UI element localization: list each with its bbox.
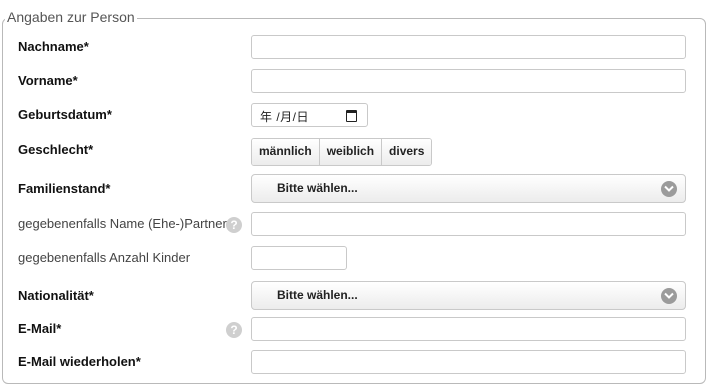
email-repeat-input[interactable] [251, 350, 686, 374]
email-input[interactable] [251, 317, 686, 341]
row-nachname: Nachname* [0, 35, 712, 61]
geschlecht-option-maennlich[interactable]: männlich [252, 139, 320, 165]
row-nationalitaet: Nationalität* Bitte wählen... [0, 281, 712, 310]
kinder-label: gegebenenfalls Anzahl Kinder [18, 250, 191, 265]
nachname-input[interactable] [251, 35, 686, 59]
geburtsdatum-label: Geburtsdatum* [18, 107, 112, 122]
familienstand-selected: Bitte wählen... [277, 181, 358, 195]
row-vorname: Vorname* [0, 69, 712, 95]
vorname-input[interactable] [251, 69, 686, 93]
email-label: E-Mail* [18, 321, 62, 336]
partner-label: gegebenenfalls Name (Ehe-)Partner [18, 216, 227, 231]
row-partner: gegebenenfalls Name (Ehe-)Partner ? [0, 212, 712, 238]
row-familienstand: Familienstand* Bitte wählen... [0, 174, 712, 203]
calendar-icon[interactable] [346, 110, 357, 122]
nachname-label: Nachname* [18, 39, 89, 54]
vorname-label: Vorname* [18, 73, 78, 88]
geschlecht-option-weiblich[interactable]: weiblich [319, 139, 383, 165]
row-geburtsdatum: Geburtsdatum* 年 /月/日 [0, 103, 712, 129]
row-geschlecht: Geschlecht* männlich weiblich divers [0, 138, 712, 166]
chevron-down-circle-icon [661, 181, 677, 197]
email-repeat-label: E-Mail wiederholen* [18, 354, 141, 369]
familienstand-select[interactable]: Bitte wählen... [251, 174, 686, 203]
row-kinder: gegebenenfalls Anzahl Kinder [0, 246, 712, 272]
familienstand-label: Familienstand* [18, 181, 111, 196]
geburtsdatum-date-input[interactable]: 年 /月/日 [251, 103, 368, 127]
geschlecht-option-divers[interactable]: divers [382, 139, 432, 165]
question-circle-icon[interactable]: ? [226, 322, 242, 338]
kinder-input[interactable] [251, 246, 347, 270]
row-email: E-Mail* ? [0, 317, 712, 343]
nationalitaet-select[interactable]: Bitte wählen... [251, 281, 686, 310]
geschlecht-segmented-control: männlich weiblich divers [251, 138, 433, 166]
partner-input[interactable] [251, 212, 686, 236]
chevron-down-circle-icon [661, 288, 677, 304]
row-email-repeat: E-Mail wiederholen* [0, 350, 712, 376]
question-circle-icon[interactable]: ? [226, 217, 242, 233]
section-legend: Angaben zur Person [7, 9, 135, 25]
nationalitaet-selected: Bitte wählen... [277, 288, 358, 302]
geschlecht-label: Geschlecht* [18, 142, 94, 157]
date-placeholder: 年 /月/日 [260, 110, 310, 124]
nationalitaet-label: Nationalität* [18, 288, 94, 303]
